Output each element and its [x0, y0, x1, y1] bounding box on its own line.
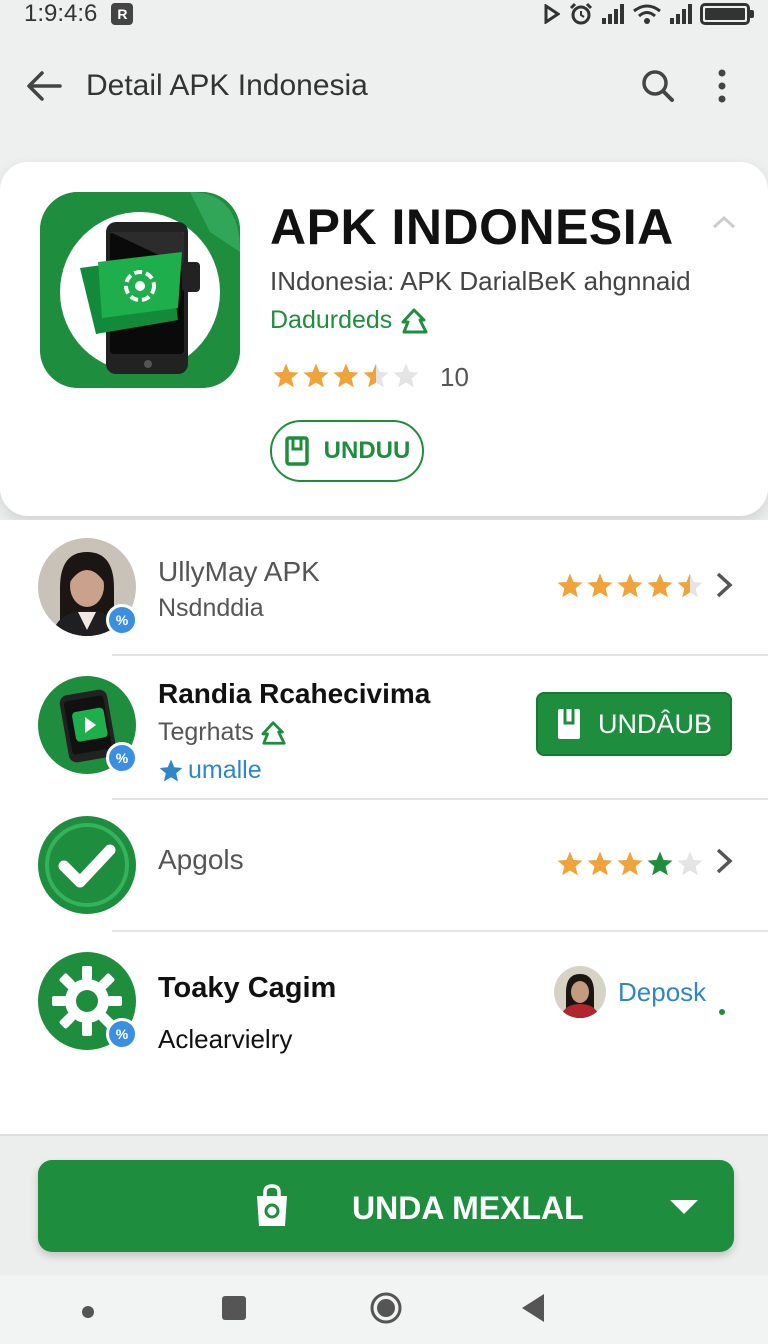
- signal-icon-2: [670, 4, 692, 24]
- download-doc-icon: [557, 709, 580, 739]
- star-icon: [617, 573, 643, 598]
- chevron-right-icon: [716, 572, 733, 598]
- dropdown-arrow-icon: [670, 1200, 698, 1214]
- developer-name: Dadurdeds: [270, 306, 393, 334]
- app-title: APK INDONESIA: [270, 199, 674, 255]
- more-vert-icon: [718, 69, 726, 103]
- search-button[interactable]: [636, 64, 680, 108]
- item-title: Randia Rcahecivima: [158, 678, 431, 709]
- home-circle-icon: [370, 1292, 402, 1324]
- list-item[interactable]: Apgols: [0, 800, 768, 930]
- nav-dot-button[interactable]: [78, 1302, 98, 1322]
- primary-cta-label: UNDA MEXLAL: [352, 1190, 584, 1226]
- item-tag: umalle: [158, 756, 262, 785]
- back-button[interactable]: [24, 66, 64, 106]
- app-icon: %: [38, 952, 138, 1050]
- star-icon: [677, 573, 703, 598]
- more-options-button[interactable]: [700, 64, 744, 108]
- star-icon: [273, 363, 299, 388]
- avatar: %: [38, 538, 138, 636]
- alarm-icon: [569, 2, 593, 25]
- recents-button[interactable]: [218, 1292, 250, 1324]
- arrow-left-icon: [27, 71, 62, 101]
- install-button[interactable]: UNDÂUB: [536, 692, 732, 756]
- download-label: UNDUU: [323, 437, 411, 464]
- install-label: UNDÂUB: [597, 708, 712, 739]
- star-icon: [557, 573, 583, 598]
- home-button[interactable]: [368, 1290, 404, 1326]
- verified-icon: [401, 308, 428, 333]
- chevron-right-icon: [716, 848, 733, 874]
- status-bar: 1:9:4:6 R: [0, 0, 768, 28]
- status-time: 1:9:4:6: [24, 0, 98, 27]
- chevron-up-icon: [712, 215, 736, 229]
- badge-icon: %: [106, 604, 138, 636]
- rating-count: 10: [440, 361, 469, 392]
- badge-icon: %: [106, 1018, 138, 1050]
- star-icon: [557, 851, 583, 876]
- verified-icon: [261, 720, 286, 745]
- app-icon: %: [38, 676, 138, 774]
- item-link[interactable]: Deposk: [554, 966, 706, 1018]
- top-app-bar: Detail APK Indonesia: [0, 50, 768, 122]
- app-logo-icon: [40, 192, 240, 388]
- item-developer: Tegrhats: [158, 718, 288, 747]
- avatar: [554, 966, 606, 1018]
- download-button[interactable]: UNDUU: [270, 420, 424, 482]
- back-nav-button[interactable]: [518, 1292, 548, 1324]
- item-subtitle: Nsdnddia: [158, 594, 264, 622]
- battery-icon: [700, 3, 754, 25]
- app-rating: 10: [272, 360, 469, 394]
- app-detail-card: APK INDONESIA INdonesia: APK DarialBeK a…: [0, 162, 768, 516]
- star-icon: [647, 851, 673, 876]
- square-icon: [222, 1296, 246, 1320]
- app-subtitle: INdonesia: APK DarialBeK ahgnnaid: [270, 266, 691, 296]
- item-title: Toaky Cagim: [158, 972, 337, 1004]
- item-title: Apgols: [158, 844, 244, 875]
- dot-icon: [719, 1009, 725, 1015]
- star-icon: [333, 363, 359, 388]
- wifi-icon: [633, 4, 661, 24]
- shopping-bag-icon: [257, 1184, 287, 1226]
- item-link-label: Deposk: [618, 976, 707, 1007]
- primary-download-button[interactable]: UNDA MEXLAL: [38, 1160, 734, 1252]
- item-title: UllyMay APK: [158, 556, 320, 587]
- list-item[interactable]: % Toaky Cagim Aclearvielry Deposk: [0, 932, 768, 1092]
- page-title: Detail APK Indonesia: [86, 69, 368, 102]
- star-icon: [647, 573, 673, 598]
- search-icon: [642, 70, 674, 102]
- star-icon: [303, 363, 329, 388]
- star-icon: [617, 851, 643, 876]
- star-icon: [159, 759, 183, 782]
- rating-stars-icon: [273, 363, 419, 388]
- star-icon: [677, 851, 703, 876]
- collapse-button[interactable]: [710, 212, 738, 232]
- triangle-back-icon: [522, 1294, 544, 1322]
- dot-icon: [82, 1306, 94, 1318]
- item-subtitle: Aclearvielry: [158, 1024, 293, 1054]
- play-icon: [544, 4, 560, 24]
- download-doc-icon: [284, 436, 309, 466]
- app-icon: [38, 816, 136, 914]
- system-nav-bar: [0, 1276, 768, 1344]
- rating-stars-icon: [557, 573, 703, 598]
- item-rating: [556, 848, 708, 880]
- notification-badge-icon: R: [111, 3, 134, 25]
- developer-link[interactable]: Dadurdeds: [270, 306, 430, 335]
- list-item[interactable]: % UllyMay APK Nsdnddia: [0, 520, 768, 656]
- item-tag-label: umalle: [188, 756, 262, 784]
- item-subtitle: Tegrhats: [158, 718, 254, 746]
- app-list: % UllyMay APK Nsdnddia % Randia Rcaheciv…: [0, 520, 768, 1134]
- star-icon: [587, 573, 613, 598]
- item-rating: [556, 570, 708, 602]
- rating-stars-icon: [557, 851, 703, 876]
- list-item[interactable]: % Randia Rcahecivima Tegrhats umalle UND…: [0, 656, 768, 798]
- star-icon: [393, 363, 419, 388]
- star-icon: [363, 363, 389, 388]
- signal-icon: [602, 4, 624, 24]
- star-icon: [587, 851, 613, 876]
- badge-icon: %: [106, 742, 138, 774]
